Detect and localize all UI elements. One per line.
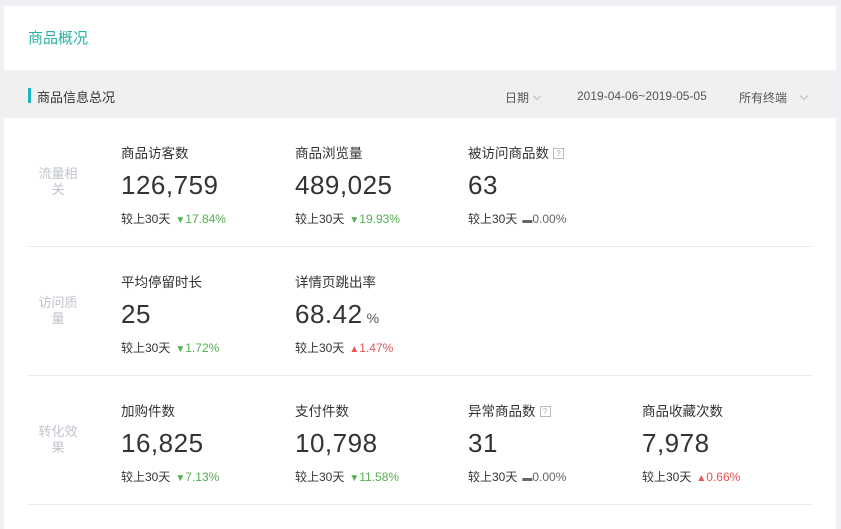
metric-name: 被访问商品数?	[468, 142, 638, 161]
compare-label: 较上30天	[121, 341, 171, 355]
change-value: 0.00%	[532, 212, 567, 226]
compare-label: 较上30天	[295, 470, 345, 484]
change-value: 7.13%	[185, 470, 220, 484]
change-value: 1.72%	[185, 341, 220, 355]
change-value: 0.66%	[706, 470, 741, 484]
group-label-traffic: 流量相关	[38, 166, 78, 197]
metric-value: 63	[468, 170, 498, 200]
metric-compare: 较上30天 ▼1.72%	[121, 339, 291, 356]
page-title: 商品概况	[28, 30, 89, 47]
change-value: 1.47%	[359, 341, 394, 355]
metric-add-to-cart: 加购件数 16,825 较上30天 ▼7.13%	[121, 400, 291, 485]
metrics-panel: 流量相关 商品访客数 126,759 较上30天 ▼17.84% 商品浏览量 48…	[4, 118, 836, 529]
change-value: 0.00%	[532, 470, 567, 484]
metric-value: 10,798	[295, 428, 378, 458]
compare-label: 较上30天	[642, 470, 692, 484]
group-label-quality: 访问质量	[38, 295, 78, 326]
change-value: 19.93%	[359, 212, 400, 226]
date-dropdown-label: 日期	[505, 91, 530, 105]
divider	[28, 375, 812, 376]
metric-visitors: 商品访客数 126,759 较上30天 ▼17.84%	[121, 142, 291, 227]
metric-paid-items: 支付件数 10,798 较上30天 ▼11.58%	[295, 400, 465, 485]
metric-compare: 较上30天 ▬0.00%	[468, 468, 638, 485]
metric-value: 7,978	[642, 428, 710, 458]
metric-name: 加购件数	[121, 404, 175, 419]
metric-abnormal-products: 异常商品数? 31 较上30天 ▬0.00%	[468, 400, 638, 485]
metric-compare: 较上30天 ▼11.58%	[295, 468, 465, 485]
metric-value: 489,025	[295, 170, 393, 200]
metric-value: 16,825	[121, 428, 204, 458]
metric-name-text: 被访问商品数	[468, 146, 549, 161]
metric-unit: %	[366, 310, 380, 326]
divider	[28, 504, 812, 505]
section-accent	[28, 88, 31, 103]
group-label-conversion: 转化效果	[38, 424, 78, 455]
metric-name: 平均停留时长	[121, 275, 202, 290]
page-header: 商品概况	[4, 6, 836, 70]
filter-bar: 商品信息总况 日期 2019-04-06~2019-05-05 所有终端	[4, 70, 836, 118]
date-dropdown[interactable]: 日期	[505, 89, 542, 106]
metric-compare: 较上30天 ▼7.13%	[121, 468, 291, 485]
metric-name: 详情页跳出率	[295, 275, 376, 290]
metric-favorites: 商品收藏次数 7,978 较上30天 ▲0.66%	[642, 400, 812, 485]
metric-name: 商品收藏次数	[642, 404, 723, 419]
arrow-up-icon: ▲	[349, 344, 360, 355]
compare-label: 较上30天	[468, 470, 518, 484]
change-value: 11.58%	[359, 470, 400, 484]
metric-value: 25	[121, 299, 151, 329]
metric-bounce-rate: 详情页跳出率 68.42% 较上30天 ▲1.47%	[295, 271, 465, 356]
metric-name: 异常商品数?	[468, 400, 638, 419]
arrow-down-icon: ▼	[175, 344, 186, 355]
metric-compare: 较上30天 ▬0.00%	[468, 210, 638, 227]
metric-avg-duration: 平均停留时长 25 较上30天 ▼1.72%	[121, 271, 291, 356]
dash-icon: ▬	[522, 473, 533, 484]
metric-value: 68.42%	[295, 298, 465, 330]
metric-name: 商品浏览量	[295, 146, 363, 161]
metric-compare: 较上30天 ▲1.47%	[295, 339, 465, 356]
compare-label: 较上30天	[121, 212, 171, 226]
change-value: 17.84%	[185, 212, 226, 226]
metric-pageviews: 商品浏览量 489,025 较上30天 ▼19.93%	[295, 142, 465, 227]
metric-value: 126,759	[121, 170, 219, 200]
metric-visited-products: 被访问商品数? 63 较上30天 ▬0.00%	[468, 142, 638, 227]
metric-compare: 较上30天 ▼17.84%	[121, 210, 291, 227]
compare-label: 较上30天	[468, 212, 518, 226]
arrow-down-icon: ▼	[349, 215, 360, 226]
dash-icon: ▬	[522, 215, 533, 226]
metric-value: 31	[468, 428, 498, 458]
question-icon[interactable]: ?	[553, 148, 564, 159]
metric-compare: 较上30天 ▼19.93%	[295, 210, 465, 227]
arrow-up-icon: ▲	[696, 473, 707, 484]
metric-value-number: 68.42	[295, 299, 363, 329]
arrow-down-icon: ▼	[175, 215, 186, 226]
divider	[28, 246, 812, 247]
compare-label: 较上30天	[295, 341, 345, 355]
terminal-dropdown[interactable]: 所有终端	[739, 89, 809, 106]
metric-name: 商品访客数	[121, 146, 189, 161]
metric-name: 支付件数	[295, 404, 349, 419]
date-range-picker[interactable]: 2019-04-06~2019-05-05	[577, 89, 707, 103]
metric-compare: 较上30天 ▲0.66%	[642, 468, 812, 485]
section-title: 商品信息总况	[37, 90, 116, 105]
chevron-down-icon	[532, 91, 542, 101]
chevron-down-icon	[799, 91, 809, 101]
arrow-down-icon: ▼	[349, 473, 360, 484]
arrow-down-icon: ▼	[175, 473, 186, 484]
question-icon[interactable]: ?	[539, 406, 551, 417]
terminal-dropdown-label: 所有终端	[739, 91, 788, 105]
compare-label: 较上30天	[295, 212, 345, 226]
metric-name-text: 异常商品数	[468, 404, 536, 419]
compare-label: 较上30天	[121, 470, 171, 484]
